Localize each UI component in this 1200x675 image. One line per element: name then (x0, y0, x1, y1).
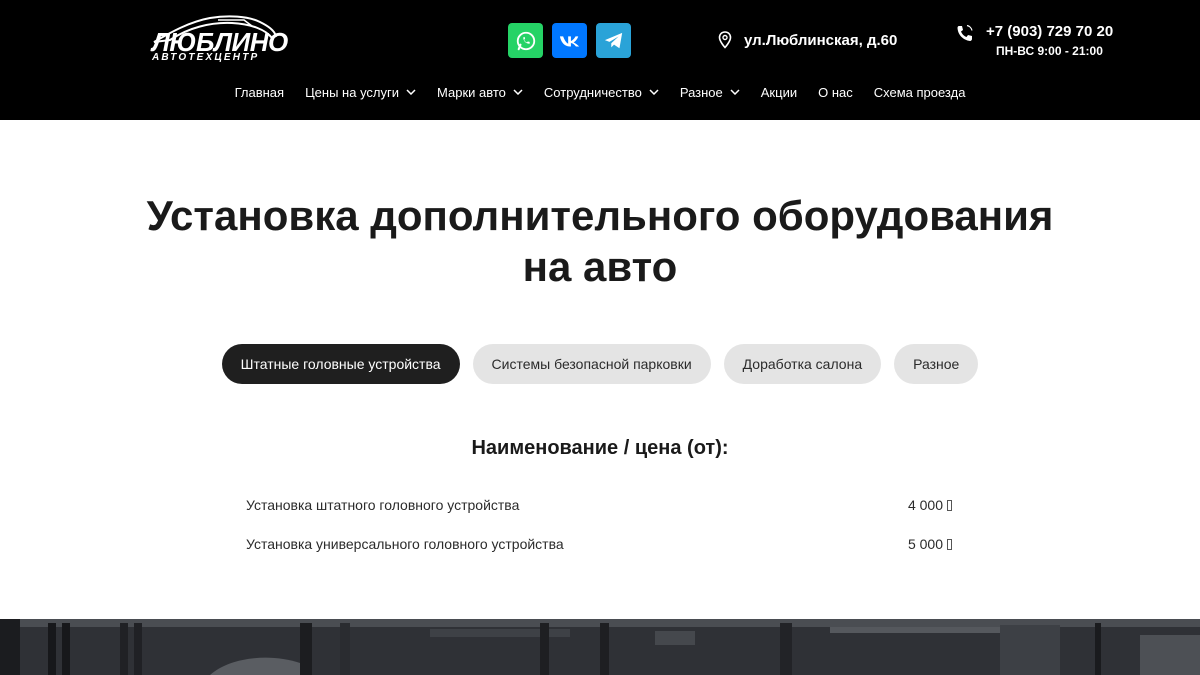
nav-item-label: Главная (234, 84, 285, 100)
nav-item-cooperation[interactable]: Сотрудничество (544, 85, 659, 100)
nav-item-directions[interactable]: Схема проезда (874, 85, 966, 100)
service-price: 5 000 (908, 536, 952, 552)
currency-icon (947, 538, 952, 550)
list-item: Установка универсального головного устро… (246, 536, 952, 575)
logo[interactable]: ЛЮБЛИНО АВТОТЕХЦЕНТР (148, 12, 288, 68)
nav-item-prices[interactable]: Цены на услуги (305, 85, 416, 100)
phone-number[interactable]: +7 (903) 729 70 20 (986, 23, 1113, 40)
location-pin-icon (718, 31, 732, 49)
page-title: Установка дополнительного оборудования н… (100, 190, 1100, 292)
service-name: Установка универсального головного устро… (246, 536, 564, 552)
whatsapp-icon (516, 31, 535, 50)
service-name: Установка штатного головного устройства (246, 497, 520, 513)
logo-subtext: АВТОТЕХЦЕНТР (152, 52, 260, 63)
price-value: 5 000 (907, 536, 943, 552)
nav-item-label: Разное (679, 84, 723, 100)
workshop-photo-image (0, 619, 1200, 675)
main-navigation: Главная Цены на услуги Марки авто Сотруд… (0, 82, 1200, 102)
telegram-button[interactable] (596, 23, 631, 58)
nav-item-home[interactable]: Главная (235, 85, 284, 100)
nav-item-label: Сотрудничество (543, 84, 642, 100)
vk-icon (559, 35, 579, 46)
telegram-icon (604, 32, 622, 48)
nav-item-label: Марки авто (437, 84, 506, 100)
nav-item-car-brands[interactable]: Марки авто (437, 85, 523, 100)
chevron-down-icon (406, 89, 416, 95)
page-title-line-2: на авто (522, 243, 678, 290)
nav-item-misc[interactable]: Разное (680, 85, 740, 100)
working-hours: ПН-ВС 9:00 - 21:00 (996, 44, 1103, 58)
tab-head-units[interactable]: Штатные головные устройства (221, 344, 460, 384)
price-list: Установка штатного головного устройства … (246, 497, 952, 575)
page-title-line-1: Установка дополнительного оборудования (146, 192, 1054, 239)
nav-item-promotions[interactable]: Акции (761, 85, 797, 100)
tab-misc[interactable]: Разное (894, 344, 979, 384)
category-tabs: Штатные головные устройства Системы безо… (0, 344, 1200, 384)
site-header: ЛЮБЛИНО АВТОТЕХЦЕНТР ул.Люблинская, д.60… (0, 0, 1200, 120)
chevron-down-icon (513, 89, 523, 95)
chevron-down-icon (649, 89, 659, 95)
price-value: 4 000 (907, 497, 943, 513)
nav-item-label: Акции (760, 84, 798, 100)
price-list-title: Наименование / цена (от): (471, 437, 729, 459)
tab-interior[interactable]: Доработка салона (723, 344, 882, 384)
workshop-photo (0, 619, 1200, 675)
service-price: 4 000 (908, 497, 952, 513)
address[interactable]: ул.Люблинская, д.60 (718, 30, 897, 50)
nav-item-label: О нас (818, 84, 853, 100)
nav-item-label: Цены на услуги (305, 84, 400, 100)
address-text: ул.Люблинская, д.60 (744, 31, 898, 49)
tab-parking-systems[interactable]: Системы безопасной парковки (472, 344, 711, 384)
nav-item-label: Схема проезда (873, 84, 966, 100)
list-item: Установка штатного головного устройства … (246, 497, 952, 536)
chevron-down-icon (730, 89, 740, 95)
whatsapp-button[interactable] (508, 23, 543, 58)
phone-icon (957, 24, 973, 41)
currency-icon (947, 499, 952, 511)
vk-button[interactable] (552, 23, 587, 58)
nav-item-about[interactable]: О нас (818, 85, 853, 100)
